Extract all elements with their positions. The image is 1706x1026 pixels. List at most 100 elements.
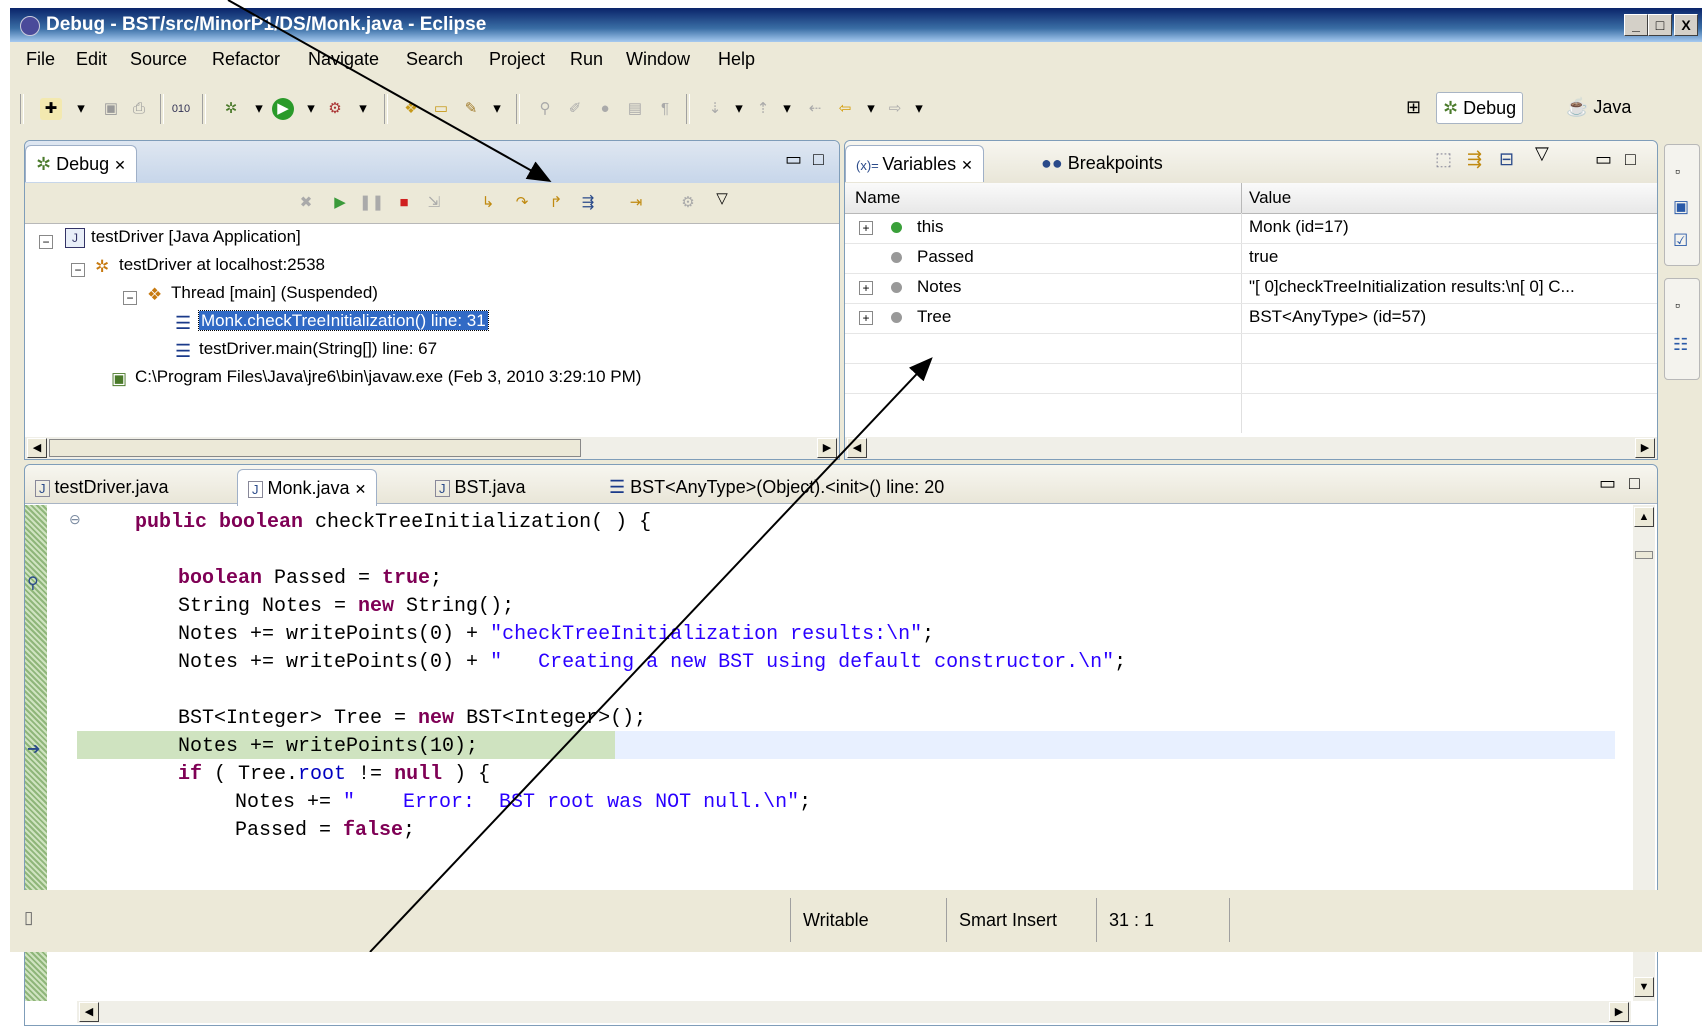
scroll-up-icon[interactable]: ▲ (1634, 507, 1654, 527)
scroll-thumb[interactable] (49, 439, 581, 457)
menu-edit[interactable]: Edit (76, 49, 107, 70)
show-type-names-icon[interactable]: ⬚ (1435, 149, 1452, 170)
save-icon[interactable]: ▣ (100, 98, 122, 120)
scroll-right-icon[interactable]: ▶ (1609, 1002, 1629, 1022)
threads-icon[interactable]: ⚙ (677, 192, 699, 214)
dropdown-icon[interactable]: ▾ (248, 98, 270, 120)
show-logical-structure-icon[interactable]: ⇶ (1467, 149, 1482, 170)
column-value[interactable]: Value (1249, 188, 1291, 208)
scroll-left-icon[interactable]: ◀ (847, 438, 867, 458)
fast-view-icon[interactable]: ▯ (24, 908, 33, 928)
scroll-right-icon[interactable]: ▶ (817, 438, 837, 458)
column-name[interactable]: Name (855, 188, 900, 208)
new-package-icon[interactable]: ❖ (400, 98, 422, 120)
tab-variables[interactable]: (x)= Variables ✕ (845, 145, 984, 182)
menu-help[interactable]: Help (718, 49, 755, 70)
tree-item-frame-selected[interactable]: ☰ Monk.checkTreeInitialization() line: 31 (175, 310, 489, 333)
close-tab-icon[interactable]: ✕ (961, 157, 973, 173)
close-tab-icon[interactable]: ✕ (355, 481, 367, 497)
open-folder-icon[interactable]: ▭ (430, 98, 452, 120)
tree-item-launch[interactable]: JtestDriver [Java Application] (65, 227, 301, 248)
tab-monk[interactable]: J Monk.java ✕ (237, 469, 378, 506)
tab-testdriver[interactable]: J testDriver.java (25, 469, 179, 505)
scroll-right-icon[interactable]: ▶ (1635, 438, 1655, 458)
drop-to-frame-icon[interactable]: ⇶ (577, 192, 599, 214)
scroll-down-icon[interactable]: ▼ (1634, 977, 1654, 997)
outline-icon[interactable]: ☷ (1673, 335, 1688, 355)
expand-icon[interactable]: + (859, 221, 873, 235)
dropdown-icon[interactable]: ▾ (908, 98, 930, 120)
menu-run[interactable]: Run (570, 49, 603, 70)
menu-navigate[interactable]: Navigate (308, 49, 379, 70)
next-annotation-icon[interactable]: ⇣ (704, 98, 726, 120)
editor-hscrollbar[interactable]: ◀ ▶ (77, 1001, 1631, 1023)
expand-icon[interactable]: + (859, 311, 873, 325)
suspend-icon[interactable]: ❚❚ (359, 192, 384, 214)
debug-run-icon[interactable]: ✲ (220, 98, 242, 120)
dropdown-icon[interactable]: ▾ (728, 98, 750, 120)
dropdown-icon[interactable]: ▾ (352, 98, 374, 120)
annotation-icon[interactable]: ● (594, 98, 616, 120)
open-perspective-icon[interactable]: ⊞ (1400, 92, 1427, 122)
terminate-icon[interactable]: ■ (393, 192, 415, 214)
pilcrow-icon[interactable]: ¶ (654, 98, 676, 120)
block-icon[interactable]: ▤ (624, 98, 646, 120)
menu-window[interactable]: Window (626, 49, 690, 70)
restore-icon[interactable]: ▫ (1675, 297, 1680, 313)
tab-breakpoints[interactable]: ●● Breakpoints (1031, 145, 1173, 181)
variables-hscrollbar[interactable]: ◀ ▶ (845, 437, 1657, 459)
tab-debug[interactable]: ✲ Debug ✕ (25, 145, 137, 182)
debug-hscrollbar[interactable]: ◀ ▶ (25, 437, 839, 459)
disconnect-icon[interactable]: ⇲ (423, 192, 445, 214)
minimize-view-icon[interactable]: ▭ (1595, 149, 1612, 170)
perspective-java[interactable]: ☕ Java (1560, 92, 1637, 122)
forward-icon[interactable]: ⇨ (884, 98, 906, 120)
collapse-icon[interactable]: − (123, 291, 137, 305)
step-return-icon[interactable]: ↱ (545, 192, 567, 214)
collapse-all-icon[interactable]: ⊟ (1499, 149, 1514, 170)
new-icon[interactable]: ✚ (40, 98, 62, 120)
tab-bst[interactable]: J BST.java (425, 469, 536, 505)
prev-annotation-icon[interactable]: ⇡ (752, 98, 774, 120)
binary-icon[interactable]: 010 (170, 98, 192, 120)
scroll-thumb[interactable] (1635, 551, 1653, 559)
view-menu-icon[interactable]: ▽ (711, 188, 733, 210)
maximize-view-icon[interactable]: □ (1625, 149, 1636, 170)
tree-item-vm[interactable]: ✲ testDriver at localhost:2538 (95, 255, 325, 276)
highlight-icon[interactable]: ✐ (564, 98, 586, 120)
dropdown-icon[interactable]: ▾ (486, 98, 508, 120)
tree-item-process[interactable]: ▣ C:\Program Files\Java\jre6\bin\javaw.ex… (111, 367, 641, 388)
resume-icon[interactable]: ▶ (329, 192, 351, 214)
step-filters-icon[interactable]: ⇥ (625, 192, 647, 214)
back-icon[interactable]: ⇦ (834, 98, 856, 120)
step-into-icon[interactable]: ↳ (477, 192, 499, 214)
dropdown-icon[interactable]: ▾ (776, 98, 798, 120)
variable-row[interactable]: + Tree BST<AnyType> (id=57) (845, 303, 1657, 334)
perspective-debug[interactable]: ✲ Debug (1436, 92, 1524, 124)
maximize-button[interactable]: □ (1648, 14, 1672, 36)
last-edit-icon[interactable]: ⇠ (804, 98, 826, 120)
tab-bst-init[interactable]: ☰ BST<AnyType>(Object).<init>() line: 20 (599, 469, 954, 505)
tree-item-frame[interactable]: ☰ testDriver.main(String[]) line: 67 (175, 339, 437, 361)
tree-item-thread[interactable]: ❖ Thread [main] (Suspended) (147, 283, 378, 304)
search-icon[interactable]: ⚲ (534, 98, 556, 120)
menu-refactor[interactable]: Refactor (212, 49, 280, 70)
collapse-icon[interactable]: − (71, 263, 85, 277)
close-button[interactable]: X (1674, 14, 1698, 36)
step-over-icon[interactable]: ↷ (511, 192, 533, 214)
external-tools-icon[interactable]: ⚙ (324, 98, 346, 120)
variable-row[interactable]: Passed true (845, 243, 1657, 274)
restore-icon[interactable]: ▫ (1675, 163, 1680, 179)
dropdown-icon[interactable]: ▾ (860, 98, 882, 120)
dropdown-icon[interactable]: ▾ (70, 98, 92, 120)
variable-row[interactable]: + this Monk (id=17) (845, 213, 1657, 244)
close-tab-icon[interactable]: ✕ (114, 157, 126, 173)
expand-icon[interactable]: + (859, 281, 873, 295)
scroll-left-icon[interactable]: ◀ (79, 1002, 99, 1022)
scroll-left-icon[interactable]: ◀ (27, 438, 47, 458)
wand-icon[interactable]: ✎ (460, 98, 482, 120)
menu-source[interactable]: Source (130, 49, 187, 70)
run-icon[interactable]: ▶ (272, 98, 294, 120)
collapse-icon[interactable]: − (39, 235, 53, 249)
print-icon[interactable]: ⎙ (128, 98, 150, 120)
